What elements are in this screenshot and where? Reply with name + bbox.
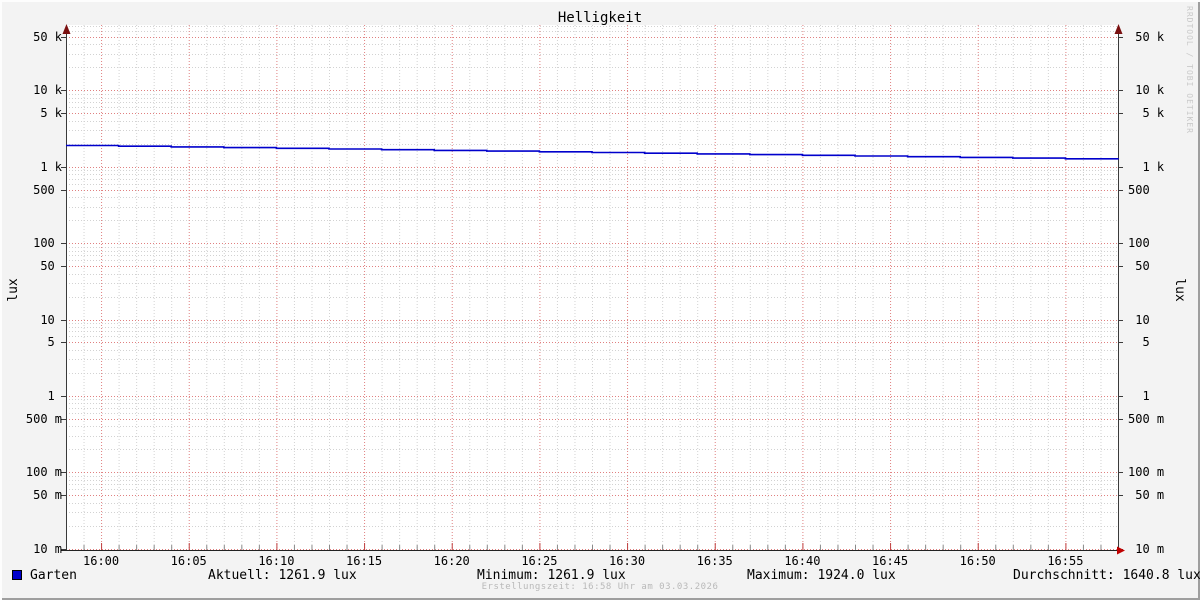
y-tick-label: 10 k	[25, 83, 62, 97]
y-tick-label: 1	[33, 389, 62, 403]
y-tick-label: 500 m	[25, 412, 62, 426]
x-tick-label: 16:05	[170, 554, 207, 568]
y-tick-label: 50	[33, 259, 62, 273]
rrdtool-watermark: RRDTOOL / TOBI OETIKER	[1185, 6, 1194, 134]
x-tick-label: 16:50	[959, 554, 996, 568]
x-tick-label: 16:10	[258, 554, 295, 568]
x-axis-arrow	[1117, 546, 1125, 555]
y-tick-label: 10 k	[1128, 83, 1165, 97]
x-tick-label: 16:25	[521, 554, 558, 568]
rrd-graph: Helligkeit lux lux 50 k 10 k 5 k 1 k 500 …	[0, 0, 1200, 600]
x-tick-label: 16:40	[784, 554, 821, 568]
x-tick-label: 16:55	[1047, 554, 1084, 568]
x-tick-label: 16:15	[346, 554, 383, 568]
creation-time-note: Erstellungszeit: 16:58 Uhr am 03.03.2026	[481, 582, 719, 592]
y-tick-label: 500	[1128, 183, 1150, 197]
y-tick-label: 5	[33, 335, 62, 349]
y-tick-label: 50 m	[1128, 488, 1165, 502]
y-tick-label: 500	[33, 183, 62, 197]
x-tick-label: 16:45	[872, 554, 909, 568]
y-tick-label: 5 k	[1128, 106, 1165, 120]
y-tick-label: 100 m	[1128, 465, 1165, 479]
y-tick-label: 100	[33, 236, 62, 250]
x-tick-label: 16:20	[433, 554, 470, 568]
y-tick-label: 100 m	[25, 465, 62, 479]
x-tick-label: 16:35	[696, 554, 733, 568]
y-tick-label: 50 k	[1128, 30, 1165, 44]
y-tick-label: 500 m	[1128, 412, 1165, 426]
y-axis-unit-right: lux	[1172, 278, 1187, 302]
y-tick-label: 10	[33, 313, 62, 327]
y-tick-label: 1 k	[25, 160, 62, 174]
y-axis-unit-left: lux	[6, 278, 21, 302]
y-tick-label: 1 k	[1128, 160, 1165, 174]
y-tick-label: 50	[1128, 259, 1150, 273]
y-tick-label: 50 k	[25, 30, 62, 44]
x-tick-label: 16:30	[609, 554, 646, 568]
y-tick-label: 100	[1128, 236, 1150, 250]
x-tick-label: 16:00	[83, 554, 120, 568]
y-tick-label: 10 m	[1128, 542, 1165, 556]
y-tick-label: 5 k	[25, 106, 62, 120]
y-tick-label: 50 m	[25, 488, 62, 502]
y-tick-label: 10 m	[25, 542, 62, 556]
y-tick-label: 10	[1128, 313, 1150, 327]
y-tick-label: 1	[1128, 389, 1150, 403]
y-tick-label: 5	[1128, 335, 1150, 349]
plot-area	[61, 24, 1125, 555]
